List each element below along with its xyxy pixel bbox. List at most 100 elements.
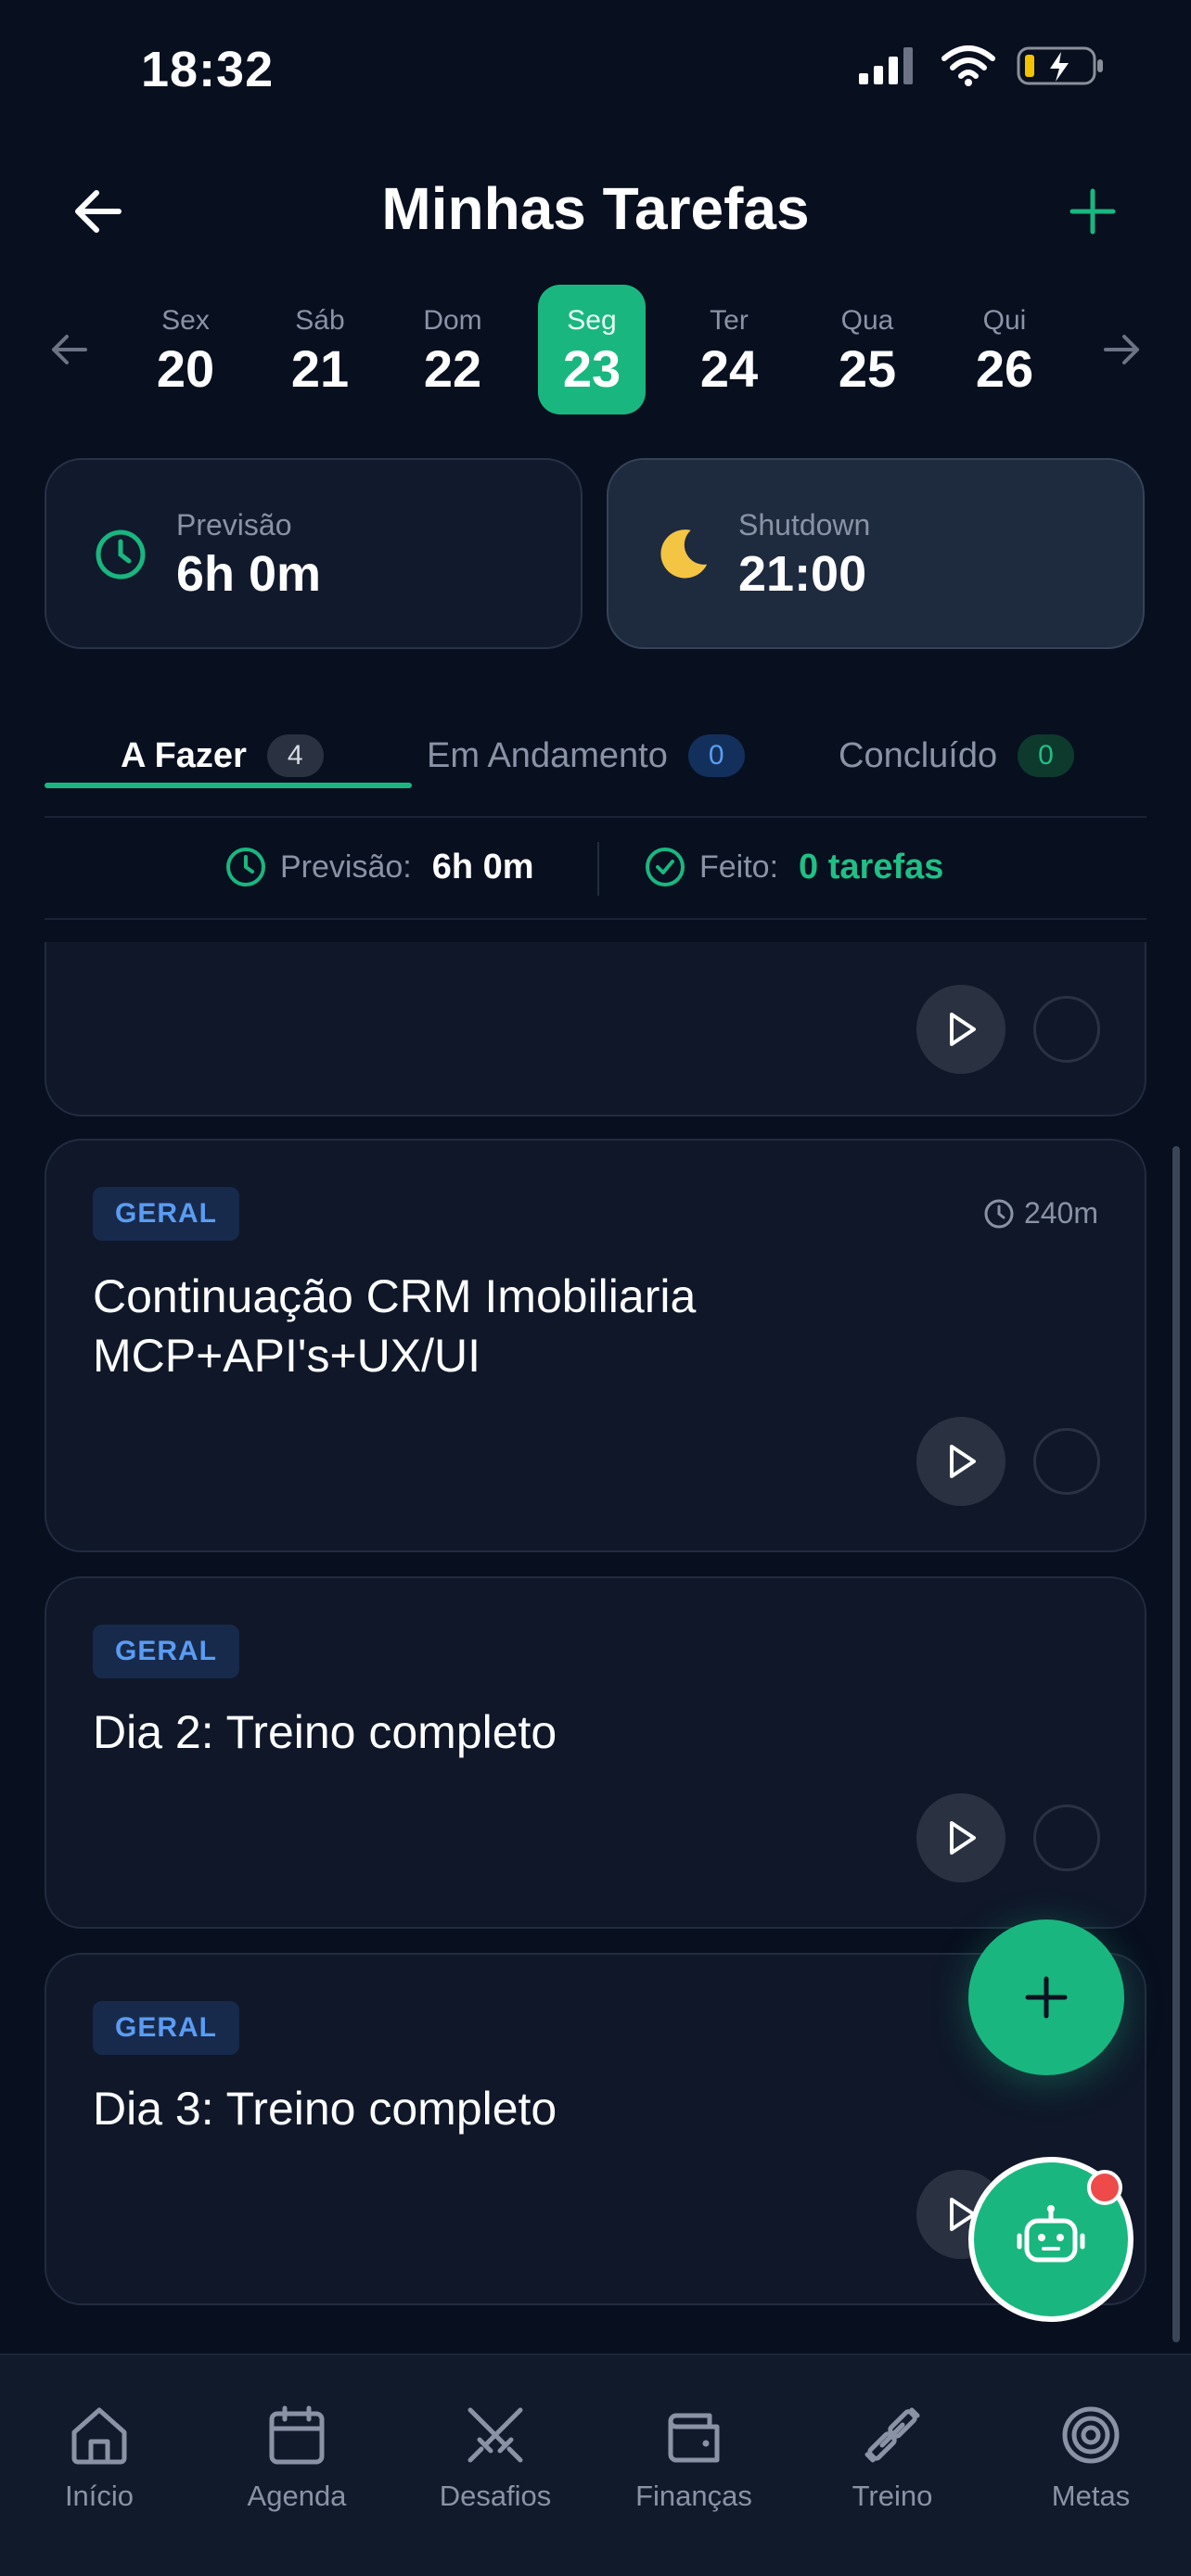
tab-em-andamento[interactable]: Em Andamento 0 [427,705,745,807]
summary-done-label: Feito: [699,848,779,885]
day-dom-22[interactable]: Dom 22 [399,285,506,414]
task-title-line: MCP+API's+UX/UI [93,1330,480,1382]
play-button[interactable] [916,1793,1005,1882]
complete-checkbox[interactable] [1033,996,1100,1063]
day-name: Qui [982,305,1027,336]
tab-label: A Fazer [121,735,247,775]
summary-forecast-value: 6h 0m [431,847,534,886]
day-number: 22 [423,339,482,398]
battery-charging-icon [1017,46,1103,85]
nav-label: Desafios [439,2480,552,2512]
category-badge: GERAL [93,2001,239,2055]
clock-icon [91,525,150,584]
check-circle-icon [646,848,685,886]
nav-treino[interactable]: Treino [809,2398,976,2513]
robot-icon [1017,2205,1085,2263]
tab-count: 4 [266,734,324,777]
summary-forecast-label: Previsão: [280,848,412,885]
task-title: Dia 2: Treino completo [93,1706,557,1758]
play-icon [950,1013,976,1046]
task-list[interactable]: GERAL 240m Continuação CRM Imobiliaria M… [0,942,1191,2353]
page-title: Minhas Tarefas [381,175,810,242]
add-task-button[interactable] [1059,178,1126,245]
shutdown-card[interactable]: Shutdown 21:00 [607,458,1145,649]
status-bar: 18:32 [0,0,1191,139]
task-title: Continuação CRM Imobiliaria MCP+API's+UX… [93,1267,696,1385]
tab-label: Em Andamento [427,735,668,775]
nav-agenda[interactable]: Agenda [213,2398,380,2513]
cellular-signal-icon [859,47,913,84]
nav-desafios[interactable]: Desafios [412,2398,579,2513]
complete-checkbox[interactable] [1033,1428,1100,1495]
arrow-left-icon [52,335,87,364]
nav-label: Agenda [247,2480,347,2512]
play-button[interactable] [916,985,1005,1074]
summary-bar: Previsão: 6h 0m Feito: 0 tarefas [45,818,1146,920]
plus-icon [1025,1976,1068,2019]
date-strip: Sex 20 Sáb 21 Dom 22 Seg 23 Ter 24 Qua 2… [0,283,1191,422]
forecast-card: Previsão 6h 0m [45,458,583,649]
play-icon [950,1445,976,1478]
clock-icon [984,1199,1014,1228]
nav-label: Início [64,2480,134,2512]
category-badge: GERAL [93,1625,239,1678]
task-duration: 240m [983,1196,1098,1231]
task-card[interactable] [45,942,1146,1116]
active-tab-indicator [45,783,412,788]
notification-dot [1087,2170,1122,2205]
tab-concluido[interactable]: Concluído 0 [839,705,1074,807]
scrollbar[interactable] [1172,1146,1180,2342]
summary-done: Feito: 0 tarefas [644,846,943,888]
shutdown-value: 21:00 [738,546,867,602]
day-number: 23 [562,339,621,398]
nav-inicio[interactable]: Início [16,2398,183,2513]
tab-label: Concluído [839,735,998,775]
tab-count: 0 [1018,734,1074,777]
day-seg-23-selected[interactable]: Seg 23 [538,285,646,414]
target-icon [1007,2398,1174,2472]
day-name: Sáb [295,305,345,336]
nav-label: Treino [852,2480,933,2512]
plus-icon [1069,188,1116,235]
clock-icon [226,848,265,886]
header: Minhas Tarefas [0,158,1191,260]
day-number: 25 [838,339,897,398]
previous-week-button[interactable] [41,322,96,377]
day-name: Dom [423,305,482,336]
moon-icon [653,525,712,584]
day-number: 26 [975,339,1034,398]
day-sab-21[interactable]: Sáb 21 [266,285,374,414]
summary-forecast: Previsão: 6h 0m [224,846,534,888]
wallet-icon [610,2398,777,2472]
nav-metas[interactable]: Metas [1007,2398,1174,2513]
day-number: 20 [156,339,215,398]
day-number: 24 [699,339,759,398]
tab-count: 0 [687,734,745,777]
calendar-icon [213,2398,380,2472]
day-qui-26[interactable]: Qui 26 [951,285,1058,414]
nav-financas[interactable]: Finanças [610,2398,777,2513]
summary-separator [597,842,599,896]
day-name: Seg [567,305,617,336]
task-card[interactable]: GERAL Dia 2: Treino completo [45,1576,1146,1929]
day-name: Sex [161,305,210,336]
day-name: Ter [710,305,749,336]
day-number: 21 [290,339,350,398]
add-task-fab[interactable] [968,1919,1124,2075]
bottom-navigation: Início Agenda Desafios Finanças Treino M… [0,2353,1191,2576]
next-week-button[interactable] [1095,322,1150,377]
divider [45,918,1146,920]
tab-a-fazer[interactable]: A Fazer 4 [121,705,324,807]
complete-checkbox[interactable] [1033,1804,1100,1871]
swords-icon [412,2398,579,2472]
task-card[interactable]: GERAL 240m Continuação CRM Imobiliaria M… [45,1139,1146,1552]
day-qua-25[interactable]: Qua 25 [813,285,921,414]
summary-done-value: 0 tarefas [799,847,944,886]
duration-value: 240m [1023,1196,1098,1230]
nav-label: Finanças [635,2480,752,2512]
day-ter-24[interactable]: Ter 24 [675,285,783,414]
forecast-label: Previsão [176,508,292,542]
play-button[interactable] [916,1417,1005,1506]
arrow-right-icon [1104,335,1139,364]
day-sex-20[interactable]: Sex 20 [132,285,239,414]
